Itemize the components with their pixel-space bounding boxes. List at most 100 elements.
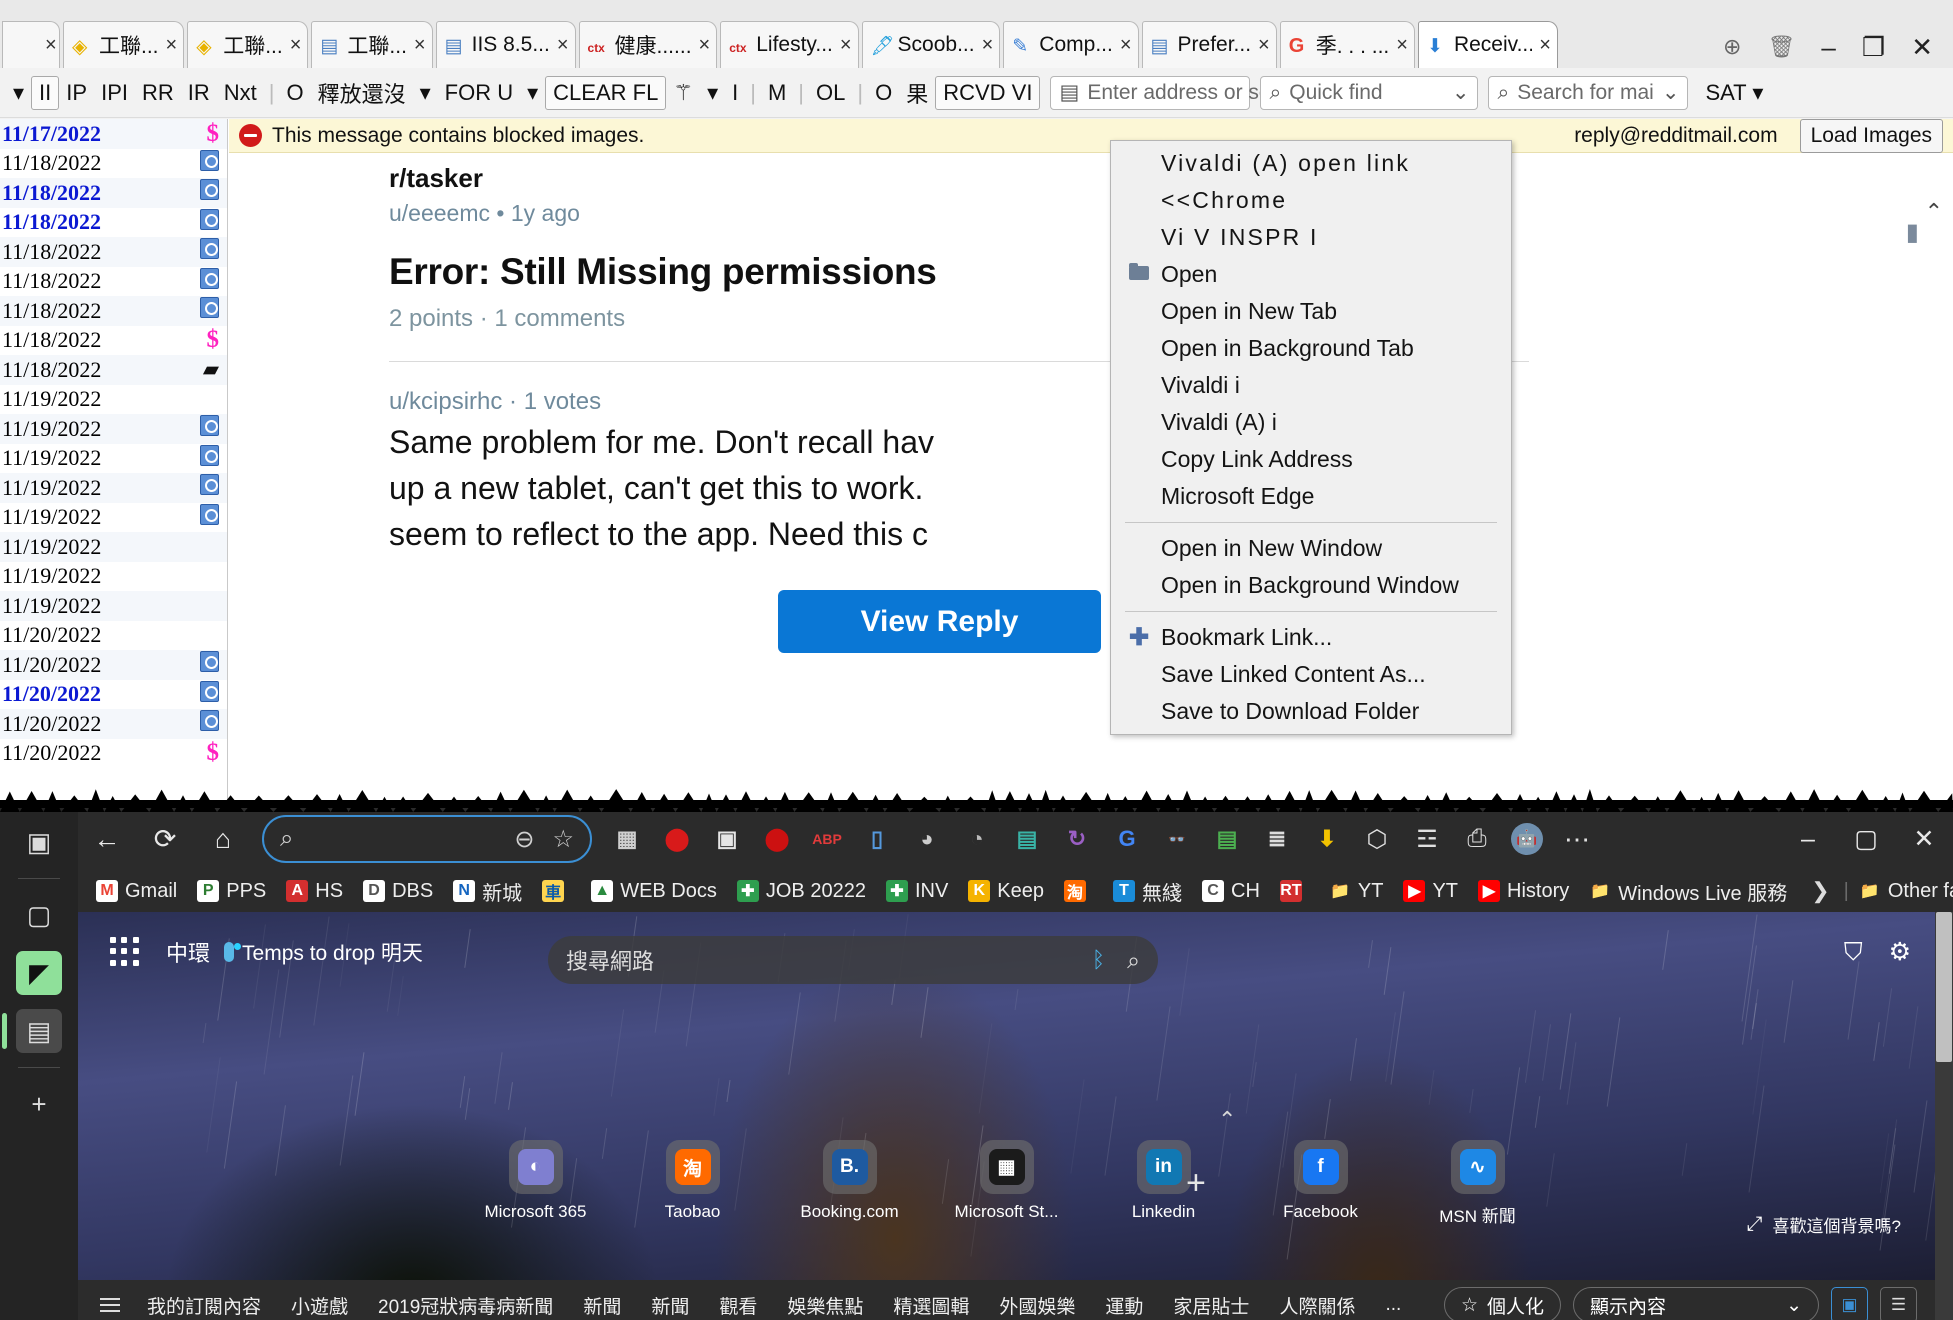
split-screen-icon[interactable]: ▦ <box>602 815 652 863</box>
green-tool-icon[interactable]: ◤ <box>16 951 62 995</box>
owl2-icon[interactable]: ◔ <box>952 815 1002 863</box>
toolbar-item-23[interactable]: 果 <box>899 75 935 111</box>
chevron-right-icon[interactable]: ❯ <box>1797 878 1843 904</box>
favorite-item-9[interactable]: K Keep <box>958 880 1054 903</box>
red-shield-icon[interactable]: ⬤ <box>652 815 702 863</box>
message-row[interactable]: 11/20/2022 <box>0 680 227 710</box>
context-menu-item-15[interactable]: Save Linked Content As... <box>1111 656 1511 693</box>
message-row[interactable]: 11/19/2022 <box>0 444 227 474</box>
quick-link-3[interactable]: ▦ Microsoft St... <box>952 1140 1062 1227</box>
context-menu-item-12[interactable]: Open in Background Window <box>1111 567 1511 604</box>
grid-view-icon[interactable]: ▣ <box>1831 1287 1868 1320</box>
tb-tab-11[interactable]: ⬇ Receiv... × <box>1418 21 1558 68</box>
favorite-item-15[interactable]: ▶ YT <box>1393 880 1468 903</box>
split-window-icon[interactable]: ⎙ <box>1452 815 1502 863</box>
message-row[interactable]: 11/19/2022 <box>0 414 227 444</box>
message-row[interactable]: 11/18/2022 ▰ <box>0 355 227 385</box>
other-favorites-folder[interactable]: 📁 Other favorites <box>1849 880 1953 903</box>
message-row[interactable]: 11/18/2022 <box>0 208 227 238</box>
msn-nav-item-2[interactable]: 2019冠狀病毒病新聞 <box>363 1292 568 1319</box>
adblock-plus-icon[interactable]: ABP <box>802 815 852 863</box>
quick-link-6[interactable]: ∿ MSN 新聞 <box>1423 1140 1533 1227</box>
message-row[interactable]: 11/19/2022 <box>0 385 227 415</box>
close-icon[interactable]: × <box>290 34 302 57</box>
favorite-item-5[interactable]: 車 <box>532 880 581 902</box>
download-manager-icon[interactable]: ⬇ <box>1302 815 1352 863</box>
close-icon[interactable]: × <box>414 34 426 57</box>
display-content-dropdown[interactable]: 顯示內容 ⌄ <box>1573 1287 1819 1320</box>
close-icon[interactable]: × <box>557 34 569 57</box>
app-grid-icon[interactable] <box>110 937 140 967</box>
context-menu-item-4[interactable]: Open in New Tab <box>1111 293 1511 330</box>
toolbar-item-3[interactable]: IPI <box>94 78 135 108</box>
tb-tab-8[interactable]: ✎ Comp... × <box>1003 21 1138 68</box>
favorite-item-10[interactable]: 淘 <box>1054 880 1103 902</box>
context-menu-item-0[interactable]: Vivaldi (A) open link <box>1111 145 1511 182</box>
tb-tab-7[interactable]: 🖋 Scoob... × <box>862 21 1001 68</box>
personalize-button[interactable]: ☆ 個人化 <box>1444 1287 1561 1320</box>
context-menu-item-5[interactable]: Open in Background Tab <box>1111 330 1511 367</box>
reader-icon[interactable]: ▯ <box>852 815 902 863</box>
minimize-icon[interactable]: – <box>1821 34 1835 60</box>
gear-icon[interactable]: ⚙ <box>1889 937 1911 967</box>
tb-tab-0[interactable]: ..× <box>2 21 60 68</box>
favorite-item-0[interactable]: M Gmail <box>86 880 187 903</box>
context-menu-item-14[interactable]: ✚ Bookmark Link... <box>1111 619 1511 656</box>
message-row[interactable]: 11/18/2022 <box>0 149 227 179</box>
chevron-down-icon[interactable]: ⌄ <box>1662 80 1680 105</box>
toolbar-item-10[interactable]: ▾ <box>413 78 438 108</box>
tab-icon[interactable]: ▢ <box>16 893 62 937</box>
zoom-out-icon[interactable]: ⊖ <box>514 825 534 854</box>
favorite-item-14[interactable]: 📁 YT <box>1319 880 1394 903</box>
tb-tab-5[interactable]: ctx 健康...... × <box>579 21 718 68</box>
msn-temp-note[interactable]: Temps to drop 明天 <box>224 937 423 967</box>
toolbar-item-4[interactable]: RR <box>135 78 181 108</box>
back-arrow-icon[interactable]: ← <box>78 815 136 863</box>
msn-nav-item-9[interactable]: 運動 <box>1090 1292 1158 1319</box>
msn-nav-item-11[interactable]: 人際關係 <box>1264 1292 1370 1319</box>
sliders-icon[interactable]: ≣ <box>1252 815 1302 863</box>
close-icon[interactable]: × <box>1396 34 1408 57</box>
favorite-item-17[interactable]: 📁 Windows Live 服務 <box>1579 877 1797 906</box>
minimize-icon[interactable]: – <box>1779 815 1837 863</box>
toolbar-item-22[interactable]: O <box>868 78 899 108</box>
toolbar-item-5[interactable]: IR <box>181 78 217 108</box>
msn-nav-item-10[interactable]: 家居貼士 <box>1158 1292 1264 1319</box>
loop-icon[interactable]: ↻ <box>1052 815 1102 863</box>
msn-nav-item-6[interactable]: 娛樂焦點 <box>772 1292 878 1319</box>
close-icon[interactable]: × <box>840 34 852 57</box>
chevron-up-icon[interactable]: ⌃ <box>1218 1107 1236 1133</box>
tb-tab-4[interactable]: ▤ IIS 8.5... × <box>436 21 576 68</box>
context-menu-item-9[interactable]: Microsoft Edge <box>1111 478 1511 515</box>
message-row[interactable]: 11/18/2022 <box>0 296 227 326</box>
close-icon[interactable]: × <box>982 34 994 57</box>
tb-tab-10[interactable]: G 季. . . ... × <box>1280 21 1415 68</box>
more-ellipsis-icon[interactable]: ⋯ <box>1552 815 1602 863</box>
quick-link-1[interactable]: 淘 Taobao <box>638 1140 748 1227</box>
add-favorite-icon[interactable]: ☆ <box>552 825 574 854</box>
message-row[interactable]: 11/19/2022 <box>0 473 227 503</box>
message-row[interactable]: 11/17/2022 $ <box>0 119 227 149</box>
message-row[interactable]: 11/19/2022 <box>0 562 227 592</box>
hamburger-icon[interactable] <box>96 1298 132 1312</box>
favorite-item-6[interactable]: ▲ WEB Docs <box>581 880 727 903</box>
quick-link-5[interactable]: f Facebook <box>1266 1140 1376 1227</box>
list-view-icon[interactable]: ☰ <box>1880 1287 1917 1320</box>
context-menu-item-8[interactable]: Copy Link Address <box>1111 441 1511 478</box>
scroll-up-icon[interactable]: ⌃ <box>1925 199 1943 225</box>
message-row[interactable]: 11/20/2022 <box>0 621 227 651</box>
msn-nav-item-3[interactable]: 新聞 <box>568 1292 636 1319</box>
close-icon[interactable]: × <box>1120 34 1132 57</box>
toolbar-item-6[interactable]: Nxt <box>217 78 264 108</box>
collections-icon[interactable]: ☲ <box>1402 815 1452 863</box>
toolbar-item-15[interactable]: ▾ <box>700 78 725 108</box>
tb-tab-1[interactable]: ◈ 工聯... × <box>63 21 184 68</box>
restore-icon[interactable]: ❐ <box>1862 34 1885 60</box>
message-row[interactable]: 11/20/2022 <box>0 650 227 680</box>
owl-icon[interactable]: ◕ <box>902 815 952 863</box>
favorite-item-16[interactable]: ▶ History <box>1468 880 1579 903</box>
context-menu-item-1[interactable]: <<Chrome <box>1111 182 1511 219</box>
close-icon[interactable]: ✕ <box>1911 34 1933 60</box>
picture-in-picture-icon[interactable]: ▣ <box>702 815 752 863</box>
message-row[interactable]: 11/18/2022 <box>0 237 227 267</box>
